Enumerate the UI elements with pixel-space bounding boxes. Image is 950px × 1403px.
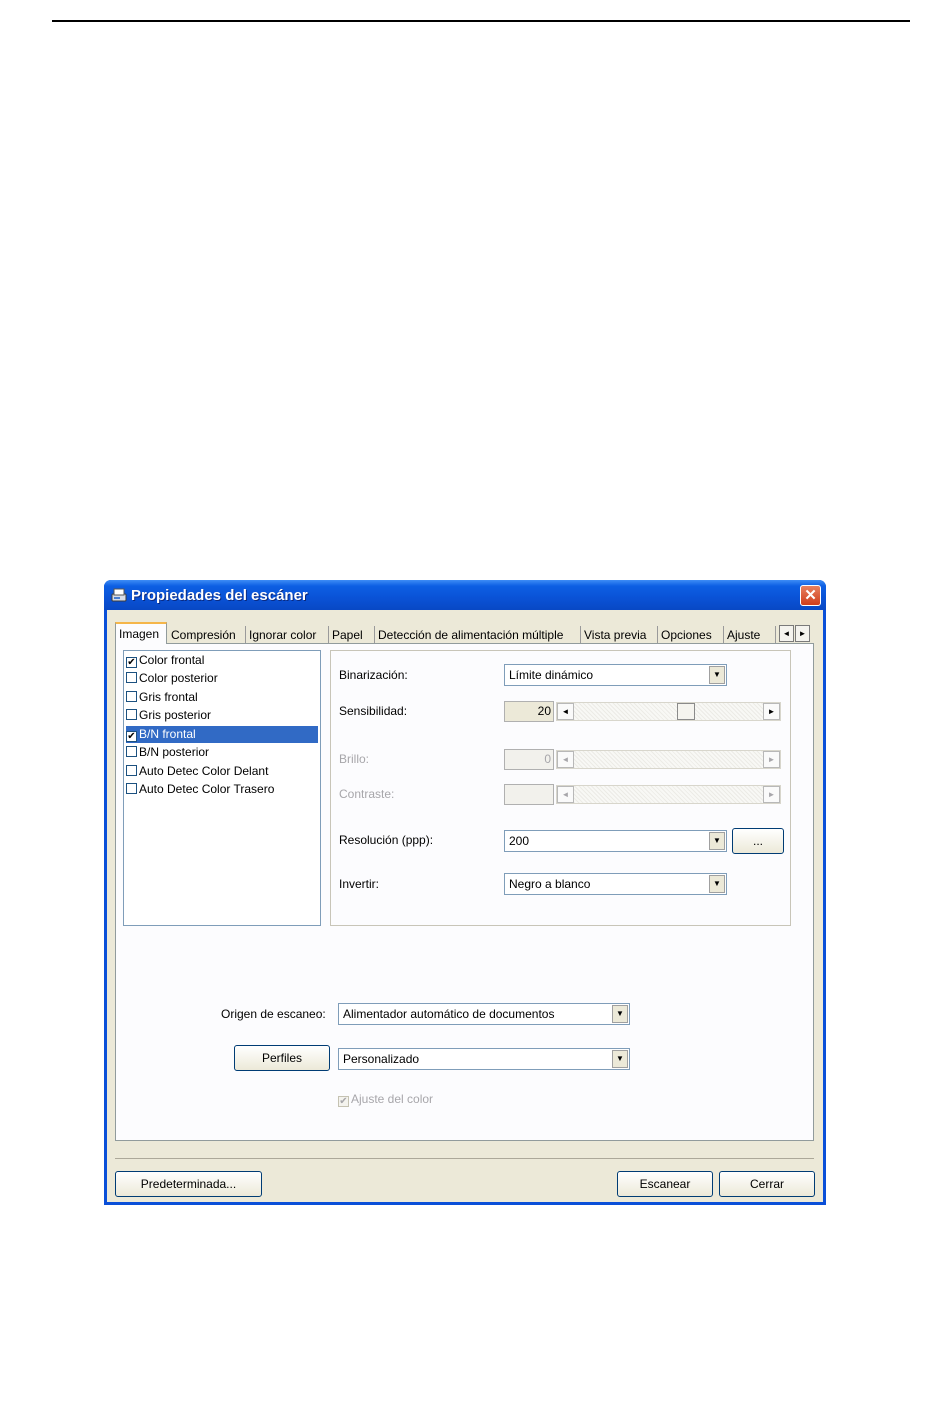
tab-ignorar-color[interactable]: Ignorar color [246,626,329,644]
binarization-select[interactable]: Límite dinámico ▼ [504,664,727,686]
scanner-icon [111,588,127,602]
brightness-slider: ◄ ► [556,750,781,769]
color-adjust-checkbox: ✔ [338,1096,349,1107]
resolution-select[interactable]: 200 ▼ [504,830,727,852]
invert-label: Invertir: [339,877,380,891]
tab-scroll-right-button[interactable]: ► [795,625,810,642]
resolution-label: Resolución (ppp): [339,833,434,847]
list-item-gris-posterior[interactable]: Gris posterior [126,707,318,724]
footer-divider [115,1158,814,1159]
profiles-button[interactable]: Perfiles [234,1045,330,1071]
list-item-label: Color posterior [139,671,218,685]
image-type-list: ✔ Color frontal Color posterior Gris fron… [123,650,321,926]
list-item-bn-frontal[interactable]: ✔ B/N frontal [126,726,318,743]
scan-source-label: Origen de escaneo: [221,1007,326,1021]
checkbox-gris-frontal[interactable] [126,691,137,702]
list-item-label: Auto Detec Color Trasero [139,782,275,796]
checkbox-auto-detec-color-trasero[interactable] [126,783,137,794]
list-item-bn-posterior[interactable]: B/N posterior [126,744,318,761]
list-item-auto-detec-color-trasero[interactable]: Auto Detec Color Trasero [126,781,318,798]
image-settings-group: Binarización: Límite dinámico ▼ Sensibil… [330,650,791,926]
invert-select[interactable]: Negro a blanco ▼ [504,873,727,895]
slider-left-arrow-icon[interactable]: ◄ [557,703,574,720]
list-item-label: Gris posterior [139,708,212,722]
list-item-color-frontal[interactable]: ✔ Color frontal [126,652,318,669]
profiles-value: Personalizado [343,1052,420,1066]
tab-panel-imagen: ✔ Color frontal Color posterior Gris fron… [115,643,814,1141]
slider-right-arrow-icon[interactable]: ► [763,703,780,720]
binarization-value: Límite dinámico [509,668,594,682]
checkbox-auto-detec-color-delant[interactable] [126,765,137,776]
scan-source-value: Alimentador automático de documentos [343,1007,555,1021]
chevron-down-icon[interactable]: ▼ [709,875,725,893]
close-button[interactable]: Cerrar [719,1171,815,1197]
list-item-label: B/N posterior [139,745,210,759]
chevron-down-icon[interactable]: ▼ [612,1005,628,1023]
profiles-select[interactable]: Personalizado ▼ [338,1048,630,1070]
slider-right-arrow-icon: ► [763,751,780,768]
slider-left-arrow-icon: ◄ [557,786,574,803]
list-item-color-posterior[interactable]: Color posterior [126,670,318,687]
list-item-label: Gris frontal [139,690,198,704]
tab-ajuste[interactable]: Ajuste [724,626,776,644]
brightness-label: Brillo: [339,752,370,766]
color-adjust-option: ✔ Ajuste del color [338,1092,433,1107]
invert-value: Negro a blanco [509,877,591,891]
checkbox-bn-posterior[interactable] [126,746,137,757]
scan-button[interactable]: Escanear [617,1171,713,1197]
scanner-properties-dialog: Propiedades del escáner ✕ Imagen Compres… [104,580,826,1205]
checkbox-color-posterior[interactable] [126,672,137,683]
contrast-label: Contraste: [339,787,395,801]
tab-opciones[interactable]: Opciones [658,626,724,644]
dialog-title: Propiedades del escáner [131,587,308,604]
color-adjust-label: Ajuste del color [351,1092,434,1106]
binarization-label: Binarización: [339,668,408,682]
list-item-auto-detec-color-delant[interactable]: Auto Detec Color Delant [126,763,318,780]
page-header-rule [52,20,910,22]
checkbox-gris-posterior[interactable] [126,709,137,720]
checkbox-bn-frontal[interactable]: ✔ [126,731,137,742]
slider-left-arrow-icon: ◄ [557,751,574,768]
list-item-label: Auto Detec Color Delant [139,764,269,778]
sensitivity-slider[interactable]: ◄ ► [556,702,781,721]
slider-right-arrow-icon: ► [763,786,780,803]
tab-strip: Imagen Compresión Ignorar color Papel De… [115,622,817,644]
tab-vista-previa[interactable]: Vista previa [581,626,658,644]
default-button[interactable]: Predeterminada... [115,1171,262,1197]
list-item-gris-frontal[interactable]: Gris frontal [126,689,318,706]
resolution-value: 200 [509,834,530,848]
list-item-label: Color frontal [139,653,205,667]
tab-deteccion-alimentacion-multiple[interactable]: Detección de alimentación múltiple [375,626,581,644]
tab-scroll-left-button[interactable]: ◄ [779,625,794,642]
scan-source-select[interactable]: Alimentador automático de documentos ▼ [338,1003,630,1025]
brightness-value-field: 0 [504,749,554,770]
sensitivity-slider-thumb[interactable] [677,703,695,720]
chevron-down-icon[interactable]: ▼ [709,666,725,684]
tab-imagen[interactable]: Imagen [115,622,167,644]
contrast-slider: ◄ ► [556,785,781,804]
list-item-label: B/N frontal [139,727,196,741]
chevron-down-icon[interactable]: ▼ [612,1050,628,1068]
contrast-value-field [504,784,554,805]
tab-compresion[interactable]: Compresión [168,626,246,644]
dialog-body: Imagen Compresión Ignorar color Papel De… [107,610,823,1202]
title-bar[interactable]: Propiedades del escáner ✕ [104,580,826,610]
resolution-more-button[interactable]: ... [732,828,784,854]
sensitivity-value-field[interactable]: 20 [504,701,554,722]
chevron-down-icon[interactable]: ▼ [709,832,725,850]
checkbox-color-frontal[interactable]: ✔ [126,657,137,668]
tab-papel[interactable]: Papel [329,626,375,644]
sensitivity-label: Sensibilidad: [339,704,408,718]
close-window-button[interactable]: ✕ [800,585,821,606]
